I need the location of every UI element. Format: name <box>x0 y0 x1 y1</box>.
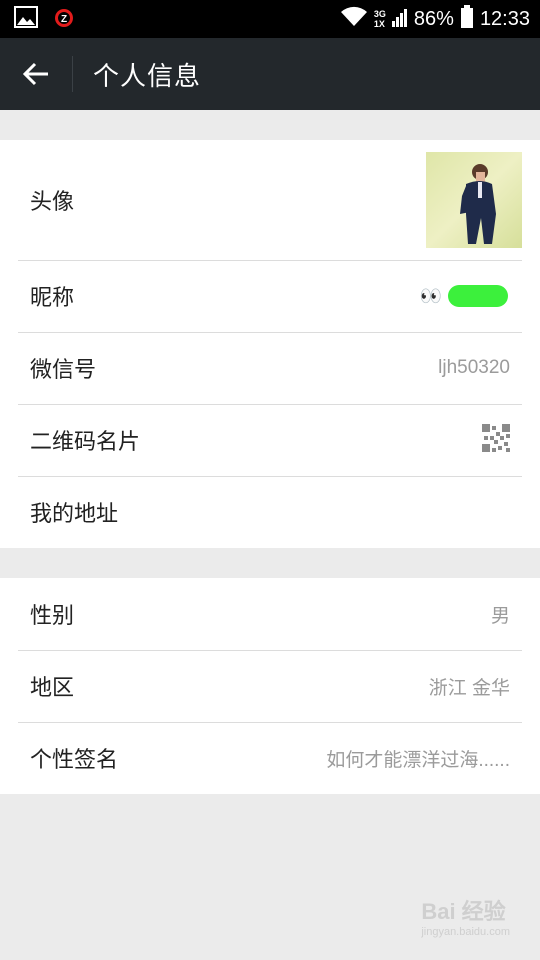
section-gap <box>0 548 540 578</box>
address-row[interactable]: 我的地址 <box>0 476 540 548</box>
wechat-id-label: 微信号 <box>30 358 97 383</box>
signature-row[interactable]: 个性签名 如何才能漂洋过海...... <box>0 722 540 794</box>
qr-code-icon <box>482 424 510 456</box>
signature-value: 如何才能漂洋过海...... <box>326 749 510 771</box>
page-title: 个人信息 <box>93 61 202 92</box>
nickname-label: 昵称 <box>30 286 75 311</box>
avatar-row[interactable]: 头像 <box>0 140 540 260</box>
app-header: 个人信息 <box>0 38 540 110</box>
image-icon <box>14 6 38 32</box>
signal-icon <box>391 6 408 32</box>
signature-label: 个性签名 <box>30 748 119 773</box>
alarm-app-icon: Z <box>52 5 76 33</box>
battery-icon <box>460 5 474 33</box>
region-value: 浙江 金华 <box>428 677 510 699</box>
gender-value: 男 <box>490 605 510 627</box>
qr-card-label: 二维码名片 <box>30 430 141 455</box>
back-arrow-icon <box>22 62 48 86</box>
gender-row[interactable]: 性别 男 <box>0 578 540 650</box>
address-label: 我的地址 <box>30 502 119 527</box>
redaction-mark <box>448 285 508 307</box>
watermark-brand: Bai 经验 <box>421 899 506 924</box>
qr-card-row[interactable]: 二维码名片 <box>0 404 540 476</box>
battery-percent: 86% <box>413 7 454 30</box>
status-bar: Z 3G 1X 86% 12:33 <box>0 0 540 38</box>
profile-group: 头像 昵称 👀 微信号 ljh50320 二维码名片 我的地址 <box>0 140 540 548</box>
svg-text:Z: Z <box>61 14 67 25</box>
watermark-url: jingyan.baidu.com <box>421 926 510 938</box>
details-group: 性别 男 地区 浙江 金华 个性签名 如何才能漂洋过海...... <box>0 578 540 794</box>
nickname-value: 👀 <box>420 285 510 307</box>
back-button[interactable] <box>0 38 72 110</box>
watermark: Bai 经验 jingyan.baidu.com <box>421 894 510 938</box>
avatar <box>426 152 522 248</box>
region-label: 地区 <box>30 676 75 701</box>
header-divider <box>72 56 73 92</box>
clock: 12:33 <box>479 7 530 30</box>
wechat-id-value: ljh50320 <box>438 357 510 378</box>
wechat-id-row[interactable]: 微信号 ljh50320 <box>0 332 540 404</box>
wifi-icon <box>340 6 368 32</box>
nickname-text: 👀 <box>419 285 442 307</box>
section-gap <box>0 110 540 140</box>
nickname-row[interactable]: 昵称 👀 <box>0 260 540 332</box>
network-type: 3G 1X <box>373 9 386 29</box>
avatar-label: 头像 <box>30 190 75 215</box>
region-row[interactable]: 地区 浙江 金华 <box>0 650 540 722</box>
gender-label: 性别 <box>30 604 75 629</box>
